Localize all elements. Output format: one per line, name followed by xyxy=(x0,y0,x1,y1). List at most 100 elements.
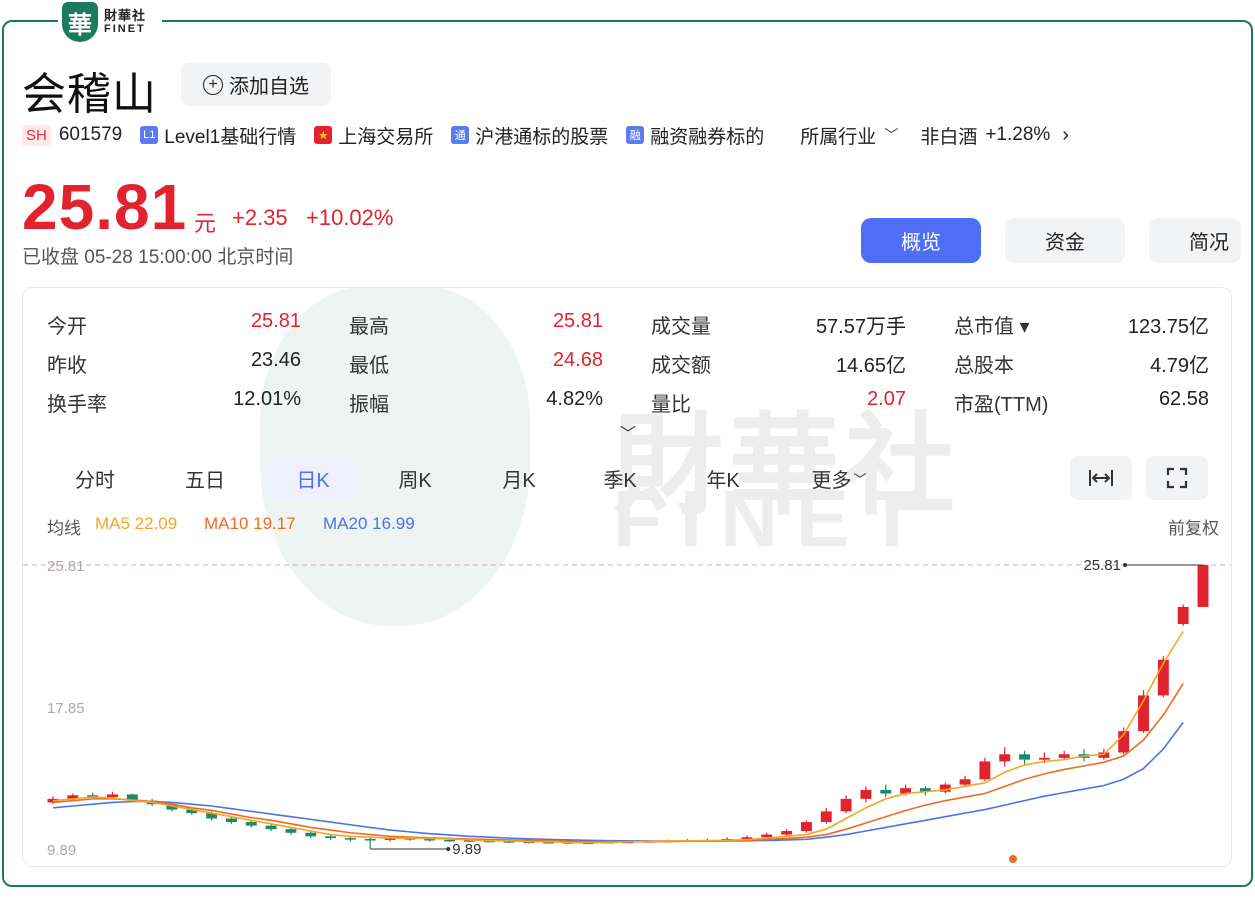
candle-body xyxy=(860,789,872,799)
quote-card: 財華社 FINET 今开 25.81 最高 25.81 成交量 57.57万手 总市值 ▾ 1… xyxy=(22,287,1232,867)
stat-value: 25.81 xyxy=(552,310,603,332)
logo-name-en: FINET xyxy=(104,23,146,35)
ktab-more[interactable]: 更多 ﹀ xyxy=(801,456,877,500)
candle-body xyxy=(265,825,277,830)
sector-change: +1.28% xyxy=(985,124,1051,145)
stock-tags: SH 601579 L1 Level1基础行情 ★ 上海交易所 通 沪港通标的股… xyxy=(22,121,1069,149)
ktab-intraday[interactable]: 分时 xyxy=(63,456,127,500)
candle-body xyxy=(1019,754,1031,760)
y-tick-label: 17.85 xyxy=(47,700,85,717)
candle-body xyxy=(959,779,971,785)
ma20-line xyxy=(52,721,1184,842)
connect-icon: 通 xyxy=(451,126,470,144)
adjust-mode[interactable]: 前复权 xyxy=(1168,514,1219,539)
candle-body xyxy=(820,811,832,823)
add-watchlist-button[interactable]: + 添加自选 xyxy=(181,63,331,106)
fullscreen-icon xyxy=(1166,467,1188,489)
stat-value: 57.57万手 xyxy=(815,316,906,338)
low-marker-dot xyxy=(446,847,451,851)
stat-value: 23.46 xyxy=(250,349,301,371)
stat-label: 最高 xyxy=(349,316,389,338)
tab-overview[interactable]: 概览 xyxy=(861,218,981,263)
ktab-yearly[interactable]: 年K xyxy=(691,456,755,500)
stat-value: 4.79亿 xyxy=(1150,355,1209,377)
ktab-more-label: 更多 xyxy=(811,469,852,492)
industry-dropdown[interactable]: 所属行业 ﹀ xyxy=(800,122,898,149)
stat-value: 62.58 xyxy=(1158,388,1209,410)
tag-level1-label: Level1基础行情 xyxy=(164,126,297,148)
sector-link[interactable]: 非白酒 +1.28% › xyxy=(920,122,1069,149)
chevron-down-icon: ﹀ xyxy=(853,471,867,487)
stat-label: 总股本 xyxy=(954,355,1014,377)
candle-body xyxy=(800,822,812,831)
tag-level1[interactable]: L1 Level1基础行情 xyxy=(140,122,296,149)
margin-icon: 融 xyxy=(626,126,645,144)
fullscreen-button[interactable] xyxy=(1146,456,1208,500)
stock-code: 601579 xyxy=(58,124,123,145)
ma20-legend: MA20 16.99 xyxy=(323,514,415,533)
stat-label: 成交量 xyxy=(651,316,711,338)
ktab-daily[interactable]: 日K xyxy=(269,456,357,500)
kline-chart[interactable]: 25.81 17.85 9.89 25.81 9.89 xyxy=(23,543,1232,867)
candle-body xyxy=(305,832,317,837)
stat-value: 123.75亿 xyxy=(1127,316,1209,338)
stat-label[interactable]: 总市值 ▾ xyxy=(954,310,1030,339)
ma-label: 均线 xyxy=(47,519,81,538)
stat-label: 成交额 xyxy=(651,355,711,377)
candle-body xyxy=(245,822,257,826)
logo-name-zh: 財華社 xyxy=(104,8,147,23)
china-flag-icon: ★ xyxy=(314,126,333,144)
chevron-right-icon: › xyxy=(1062,123,1069,146)
high-marker-dot xyxy=(1123,563,1127,567)
fit-width-button[interactable] xyxy=(1070,456,1132,500)
stock-name: 会稽山 xyxy=(22,70,157,119)
tag-margin[interactable]: 融 融资融券标的 xyxy=(626,122,764,149)
candle-body xyxy=(1038,757,1050,760)
candle-body xyxy=(1058,754,1070,758)
ma5-line xyxy=(52,630,1184,844)
candle-body xyxy=(1197,565,1209,607)
high-price-label: 25.81 xyxy=(1083,557,1121,574)
tab-capital[interactable]: 资金 xyxy=(1005,218,1125,263)
candle-body xyxy=(1157,659,1169,696)
ma10-legend: MA10 19.17 xyxy=(204,514,296,533)
y-tick-label: 25.81 xyxy=(47,558,85,575)
candle-body xyxy=(1177,606,1189,625)
ktab-weekly[interactable]: 周K xyxy=(383,456,447,500)
tag-margin-label: 融资融券标的 xyxy=(650,126,765,148)
expand-stats-chevron-icon[interactable]: ﹀ xyxy=(620,420,636,444)
ktab-monthly[interactable]: 月K xyxy=(487,456,551,500)
ma5-legend: MA5 22.09 xyxy=(95,514,178,533)
candle-body xyxy=(840,798,852,812)
stat-value: 12.01% xyxy=(233,388,301,410)
ktab-5day[interactable]: 五日 xyxy=(173,456,237,500)
finet-logo[interactable]: 華 財華社 FINET xyxy=(58,0,162,44)
stat-label: 换手率 xyxy=(47,394,107,416)
stat-value: 25.81 xyxy=(250,310,301,332)
candle-body xyxy=(880,789,892,794)
stat-value: 2.07 xyxy=(867,388,906,410)
ktab-quarterly[interactable]: 季K xyxy=(588,456,652,500)
sector-name: 非白酒 xyxy=(920,126,978,148)
stat-value: 14.65亿 xyxy=(835,355,906,377)
stat-label: 量比 xyxy=(651,394,691,416)
stat-label: 今开 xyxy=(47,316,87,338)
stat-label: 振幅 xyxy=(349,394,389,416)
y-tick-label: 9.89 xyxy=(47,842,76,859)
stat-label: 市盈(TTM) xyxy=(954,394,1049,416)
price-change-pct: +10.02% xyxy=(306,205,394,230)
level1-icon: L1 xyxy=(140,126,159,144)
price-unit: 元 xyxy=(194,211,217,236)
tag-exchange-label: 上海交易所 xyxy=(338,126,434,148)
tab-profile[interactable]: 简况 xyxy=(1149,218,1241,263)
tag-exchange[interactable]: ★ 上海交易所 xyxy=(314,122,433,149)
candle-body xyxy=(979,761,991,780)
add-watchlist-label: 添加自选 xyxy=(229,76,309,98)
stat-value: 4.82% xyxy=(546,388,603,410)
fit-width-icon xyxy=(1089,470,1113,486)
tag-connect[interactable]: 通 沪港通标的股票 xyxy=(451,122,608,149)
candle-body xyxy=(225,818,237,823)
plus-circle-icon: + xyxy=(203,74,223,95)
candle-body xyxy=(761,834,773,838)
candle-body xyxy=(107,794,118,798)
